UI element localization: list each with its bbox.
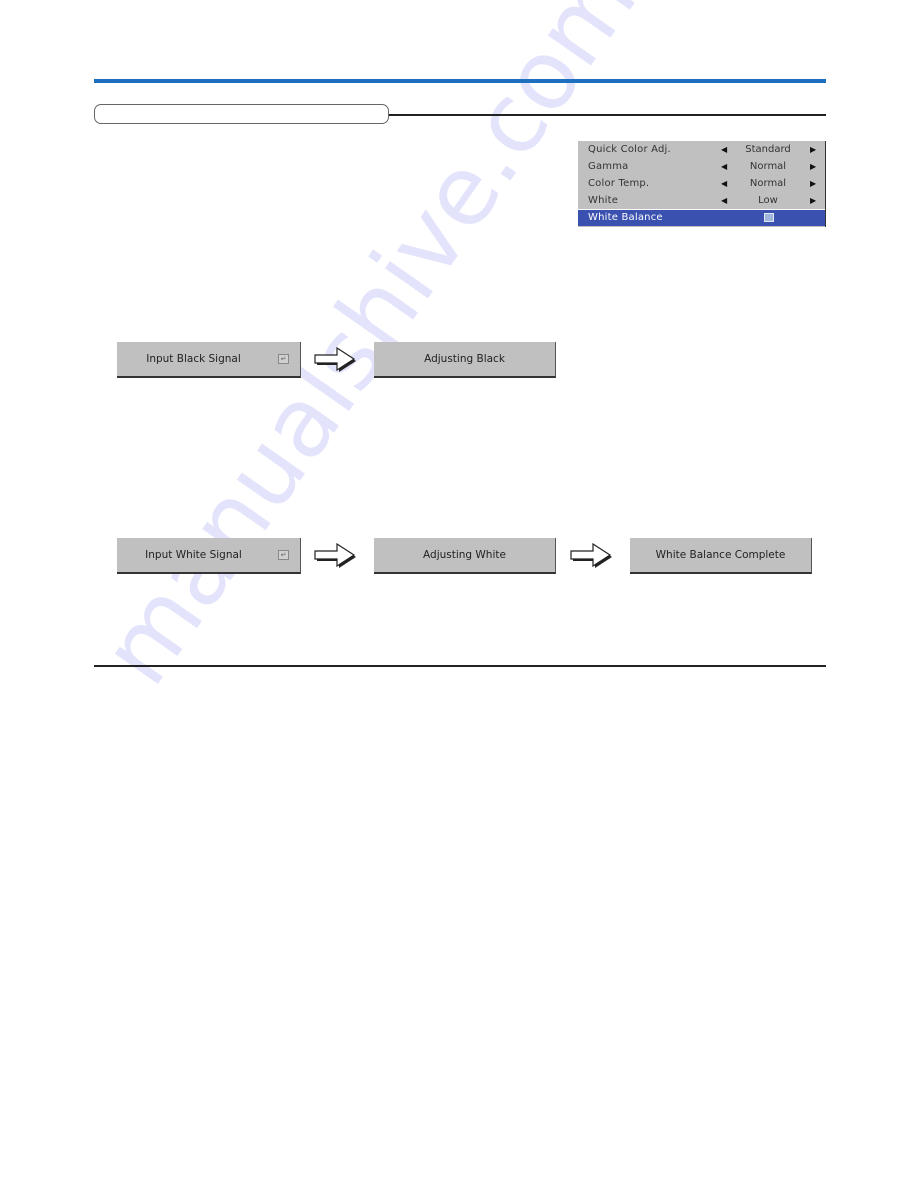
arrow-right-icon[interactable]: ▶	[810, 141, 816, 158]
osd-row-value: Normal	[749, 178, 787, 189]
dialog-adjusting-white: Adjusting White	[374, 538, 556, 574]
dialog-adjusting-black: Adjusting Black	[374, 342, 556, 378]
header-accent-rule	[94, 79, 826, 83]
arrow-right-icon[interactable]: ▶	[810, 192, 816, 209]
arrow-left-icon[interactable]: ◀	[721, 158, 727, 175]
osd-row-label: Quick Color Adj.	[588, 144, 671, 155]
flow-arrow-icon	[314, 543, 356, 568]
dialog-text: Input White Signal	[145, 549, 242, 561]
enter-icon	[764, 213, 774, 222]
manual-page: Quick Color Adj. ◀ Standard ▶ Gamma ◀ No…	[0, 0, 918, 1188]
osd-row-white-balance[interactable]: White Balance	[578, 209, 825, 226]
osd-row-gamma[interactable]: Gamma ◀ Normal ▶	[578, 158, 825, 175]
osd-row-value: Low	[758, 195, 778, 206]
arrow-left-icon[interactable]: ◀	[721, 141, 727, 158]
osd-row-label: White Balance	[588, 212, 663, 223]
dialog-input-black-signal[interactable]: Input Black Signal ↵	[117, 342, 301, 378]
dialog-input-white-signal[interactable]: Input White Signal ↵	[117, 538, 301, 574]
dialog-text: White Balance Complete	[655, 549, 786, 561]
flow-arrow-icon	[570, 543, 612, 568]
arrow-left-icon[interactable]: ◀	[721, 192, 727, 209]
flow-arrow-icon	[314, 347, 356, 372]
section-heading-line	[389, 114, 826, 116]
enter-icon: ↵	[278, 550, 289, 560]
dialog-text: Input Black Signal	[146, 353, 241, 365]
osd-row-label: White	[588, 195, 619, 206]
osd-menu-image-adjust: Quick Color Adj. ◀ Standard ▶ Gamma ◀ No…	[578, 141, 826, 227]
section-heading-tab	[94, 104, 389, 124]
arrow-left-icon[interactable]: ◀	[721, 175, 727, 192]
osd-row-color-temp[interactable]: Color Temp. ◀ Normal ▶	[578, 175, 825, 192]
dialog-text: Adjusting Black	[424, 353, 505, 365]
dialog-white-balance-complete: White Balance Complete	[630, 538, 812, 574]
enter-icon: ↵	[278, 354, 289, 364]
arrow-right-icon[interactable]: ▶	[810, 175, 816, 192]
osd-row-label: Color Temp.	[588, 178, 650, 189]
dialog-text: Adjusting White	[423, 549, 506, 561]
osd-row-label: Gamma	[588, 161, 629, 172]
osd-row-quick-color-adj[interactable]: Quick Color Adj. ◀ Standard ▶	[578, 141, 825, 158]
arrow-right-icon[interactable]: ▶	[810, 158, 816, 175]
section-divider	[94, 665, 826, 667]
osd-row-value: Standard	[745, 144, 791, 155]
osd-row-value: Normal	[749, 161, 787, 172]
osd-row-white[interactable]: White ◀ Low ▶	[578, 192, 825, 209]
